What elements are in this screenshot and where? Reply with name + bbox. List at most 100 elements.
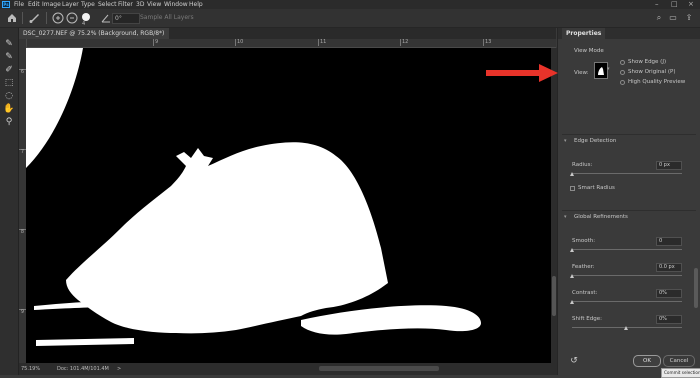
arrow-shape bbox=[486, 64, 558, 82]
view-mode-thumbnail[interactable] bbox=[594, 62, 608, 79]
status-menu-arrow[interactable]: > bbox=[117, 363, 121, 375]
horizontal-ruler: 9 10 11 12 13 bbox=[26, 39, 556, 48]
global-refinements-heading: Global Refinements bbox=[574, 214, 628, 220]
menu-help[interactable]: Help bbox=[189, 0, 203, 9]
divider bbox=[562, 210, 696, 211]
menu-file[interactable]: File bbox=[14, 0, 24, 9]
smooth-label: Smooth: bbox=[572, 238, 596, 244]
minimize-button[interactable]: – bbox=[655, 0, 659, 9]
show-original-radio[interactable] bbox=[620, 70, 625, 75]
maximize-button[interactable]: □ bbox=[671, 0, 678, 9]
panel-scrollbar[interactable] bbox=[694, 268, 698, 308]
chevron-down-icon[interactable]: ▾ bbox=[564, 214, 567, 220]
shift-edge-label: Shift Edge: bbox=[572, 316, 602, 322]
status-bar: 75.19% Doc: 101.4M/101.4M > bbox=[19, 363, 557, 375]
contrast-label: Contrast: bbox=[572, 290, 598, 296]
scroll-thumb[interactable] bbox=[552, 276, 556, 316]
chevron-down-icon[interactable]: ▾ bbox=[564, 138, 567, 144]
ruler-label: 9 bbox=[19, 309, 26, 315]
options-bar: 4 0° Sample All Layers ⌕ ▭ ⇪ bbox=[0, 9, 700, 28]
feather-slider[interactable] bbox=[572, 275, 682, 276]
search-icon[interactable]: ⌕ bbox=[654, 13, 664, 23]
cancel-button[interactable]: Cancel bbox=[663, 355, 695, 367]
document-tab[interactable]: DSC_0277.NEF @ 75.2% (Background, RGB/8*… bbox=[19, 28, 169, 48]
menu-view[interactable]: View bbox=[147, 0, 161, 9]
add-to-selection-icon[interactable] bbox=[52, 12, 64, 24]
refine-edge-brush-tool-icon[interactable]: ✎ bbox=[3, 51, 15, 63]
document-canvas[interactable] bbox=[26, 48, 551, 363]
lasso-tool-icon[interactable]: ◌ bbox=[3, 90, 15, 102]
menu-type[interactable]: Type bbox=[81, 0, 95, 9]
share-icon[interactable]: ⇪ bbox=[684, 13, 694, 23]
view-mode-heading: View Mode bbox=[574, 48, 604, 54]
red-arrow-annotation bbox=[486, 64, 558, 82]
show-original-label: Show Original (P) bbox=[628, 69, 676, 75]
tools-panel: ✎ ✎ ✐ ⬚ ◌ ✋ ⚲ bbox=[0, 28, 19, 375]
shift-edge-slider-knob[interactable] bbox=[624, 326, 628, 330]
angle-input[interactable]: 0° bbox=[112, 13, 140, 24]
ruler-label: 10 bbox=[235, 39, 244, 46]
properties-panel: Properties View Mode View: ▾ Show Edge (… bbox=[557, 28, 700, 378]
radius-slider[interactable] bbox=[572, 173, 682, 174]
object-selection-tool-icon[interactable]: ⬚ bbox=[3, 77, 15, 89]
high-quality-preview-radio[interactable] bbox=[620, 80, 625, 85]
zoom-tool-icon[interactable]: ⚲ bbox=[3, 116, 15, 128]
ok-button[interactable]: OK bbox=[633, 355, 661, 367]
refine-brush-tool-icon[interactable] bbox=[28, 12, 40, 24]
properties-header: Properties bbox=[558, 28, 700, 39]
show-edge-label: Show Edge (J) bbox=[628, 59, 667, 65]
mask-preview-image bbox=[26, 48, 551, 363]
smart-radius-checkbox[interactable] bbox=[570, 186, 575, 191]
shift-edge-input[interactable]: 0% bbox=[656, 315, 682, 324]
menu-window[interactable]: Window bbox=[164, 0, 188, 9]
show-edge-radio[interactable] bbox=[620, 60, 625, 65]
menu-image[interactable]: Image bbox=[42, 0, 61, 9]
horizontal-scroll-thumb[interactable] bbox=[319, 366, 439, 371]
ruler-label: 9 bbox=[153, 39, 159, 46]
doc-size: Doc: 101.4M/101.4M bbox=[57, 366, 109, 372]
workspace-icon[interactable]: ▭ bbox=[668, 13, 678, 23]
ruler-label: 6 bbox=[19, 69, 26, 75]
divider bbox=[46, 12, 47, 24]
ruler-label: 7 bbox=[19, 149, 26, 155]
ruler-label: 8 bbox=[19, 229, 26, 235]
ruler-label: 13 bbox=[483, 39, 492, 46]
view-dropdown-arrow-icon[interactable]: ▾ bbox=[607, 66, 610, 72]
smooth-slider-knob[interactable] bbox=[570, 248, 574, 252]
edge-detection-heading: Edge Detection bbox=[574, 138, 617, 144]
divider bbox=[562, 134, 696, 135]
smooth-slider[interactable] bbox=[572, 249, 682, 250]
radius-input[interactable]: 0 px bbox=[656, 161, 682, 170]
ruler-label: 12 bbox=[400, 39, 409, 46]
properties-tab[interactable]: Properties bbox=[562, 28, 606, 39]
close-window-button[interactable]: × bbox=[688, 0, 694, 9]
menu-3d[interactable]: 3D bbox=[136, 0, 144, 9]
brush-tool-icon[interactable]: ✐ bbox=[3, 64, 15, 76]
smart-radius-label: Smart Radius bbox=[578, 185, 615, 191]
feather-slider-knob[interactable] bbox=[570, 274, 574, 278]
sample-all-layers-checkbox[interactable]: Sample All Layers bbox=[140, 12, 194, 24]
radius-label: Radius: bbox=[572, 162, 593, 168]
contrast-slider-knob[interactable] bbox=[570, 300, 574, 304]
reset-icon[interactable]: ↺ bbox=[569, 356, 579, 366]
smooth-input[interactable]: 0 bbox=[656, 237, 682, 246]
view-mode-preview-icon bbox=[598, 67, 604, 75]
tooltip: Commit selection (Enter) bbox=[661, 368, 700, 378]
menu-layer[interactable]: Layer bbox=[62, 0, 79, 9]
menu-select[interactable]: Select bbox=[98, 0, 117, 9]
menu-bar: Ps File Edit Image Layer Type Select Fil… bbox=[0, 0, 700, 9]
contrast-slider[interactable] bbox=[572, 301, 682, 302]
view-label: View: bbox=[574, 70, 589, 76]
menu-filter[interactable]: Filter bbox=[118, 0, 133, 9]
zoom-level[interactable]: 75.19% bbox=[21, 363, 40, 375]
menu-edit[interactable]: Edit bbox=[28, 0, 40, 9]
radius-slider-knob[interactable] bbox=[570, 172, 574, 176]
contrast-input[interactable]: 0% bbox=[656, 289, 682, 298]
divider bbox=[22, 12, 23, 24]
subtract-from-selection-icon[interactable] bbox=[66, 12, 78, 24]
home-icon[interactable] bbox=[6, 12, 18, 24]
feather-input[interactable]: 0.0 px bbox=[656, 263, 682, 272]
hand-tool-icon[interactable]: ✋ bbox=[3, 103, 15, 115]
ruler-label: 11 bbox=[318, 39, 327, 46]
quick-selection-tool-icon[interactable]: ✎ bbox=[3, 38, 15, 50]
